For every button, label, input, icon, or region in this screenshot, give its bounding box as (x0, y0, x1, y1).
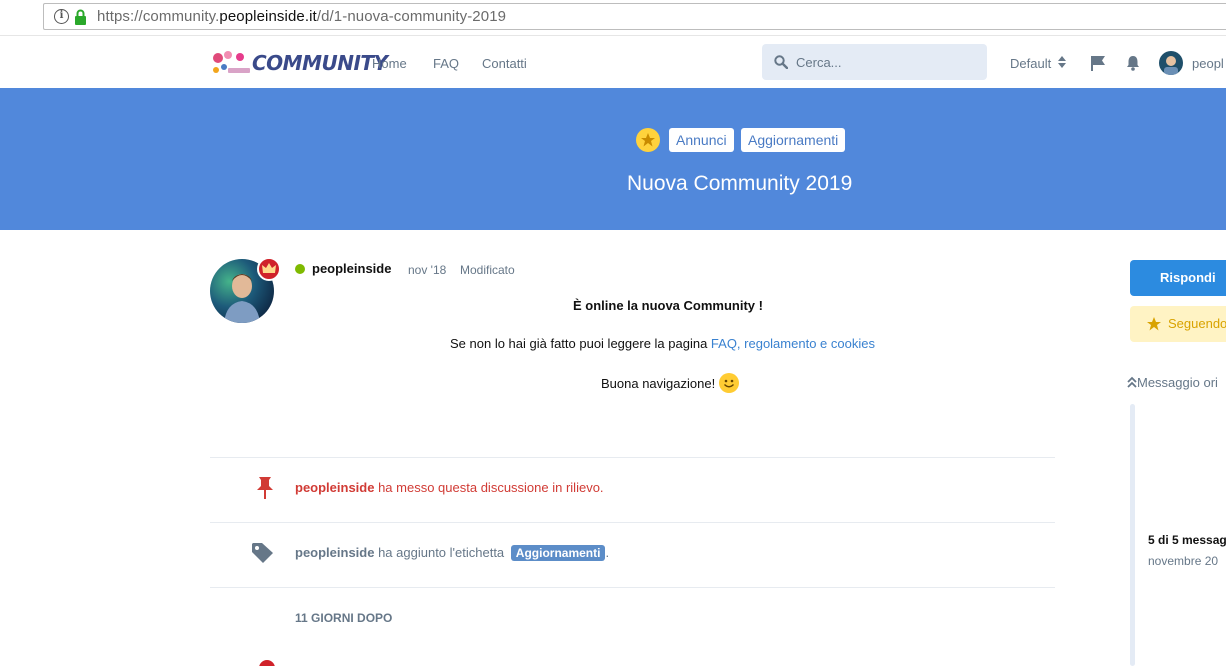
divider (210, 587, 1055, 588)
user-avatar[interactable] (1159, 51, 1183, 75)
discussion-hero: Annunci Aggiornamenti Nuova Community 20… (0, 88, 1226, 230)
tag-icon (252, 543, 273, 563)
browser-address-bar: i https://community.peopleinside.it/d/1-… (0, 0, 1226, 36)
tag-aggiornamenti[interactable]: Aggiornamenti (741, 128, 846, 152)
nav-faq[interactable]: FAQ (433, 56, 459, 71)
header-username[interactable]: peopl (1192, 56, 1224, 71)
original-post-link[interactable]: Messaggio ori (1127, 375, 1218, 390)
language-selector[interactable]: Default (1010, 56, 1051, 71)
faq-link[interactable]: FAQ, regolamento e cookies (711, 336, 875, 351)
event-pinned: peopleinside ha messo questa discussione… (295, 480, 604, 495)
scrubber-count: 5 di 5 messag (1148, 533, 1226, 547)
time-gap-label: 11 GIORNI DOPO (295, 611, 393, 625)
double-chevron-up-icon (1127, 376, 1137, 388)
scrubber-date: novembre 20 (1148, 554, 1219, 568)
logo-text: COMMUNITY (252, 51, 388, 75)
event-tag-badge[interactable]: Aggiornamenti (510, 545, 606, 561)
divider (210, 522, 1055, 523)
search-input[interactable]: Cerca... (762, 44, 987, 80)
url-text[interactable]: https://community.peopleinside.it/d/1-nu… (97, 8, 506, 25)
pin-icon (257, 477, 273, 499)
admin-crown-badge-icon (257, 257, 281, 281)
event-user-link[interactable]: peopleinside (295, 480, 374, 495)
smile-emoji-icon (719, 373, 740, 393)
divider (210, 457, 1055, 458)
url-field[interactable]: i https://community.peopleinside.it/d/1-… (43, 3, 1226, 30)
post-closing: Buona navigazione! (601, 373, 740, 393)
search-icon (774, 55, 788, 69)
event-user-link[interactable]: peopleinside (295, 545, 374, 560)
post-date[interactable]: nov '18 (408, 263, 446, 277)
search-placeholder: Cerca... (796, 55, 842, 70)
star-icon (1147, 317, 1161, 331)
post-scrubber-track[interactable] (1130, 404, 1135, 666)
site-logo[interactable]: COMMUNITY (210, 49, 388, 79)
nav-home[interactable]: Home (372, 56, 407, 71)
logo-flowers-icon (213, 51, 250, 73)
sticky-star-icon (636, 128, 660, 152)
site-header: COMMUNITY Home FAQ Contatti Cerca... Def… (0, 37, 1226, 88)
lock-icon (75, 9, 86, 25)
post-edited-label[interactable]: Modificato (460, 263, 515, 277)
bell-icon[interactable] (1126, 55, 1140, 71)
nav-contatti[interactable]: Contatti (482, 56, 527, 71)
post-heading: È online la nuova Community ! (573, 298, 763, 313)
discussion-title: Nuova Community 2019 (627, 172, 853, 195)
online-status-indicator (295, 264, 305, 274)
post-author-name[interactable]: peopleinside (312, 261, 391, 276)
follow-button[interactable]: Seguendo (1130, 306, 1226, 342)
flag-icon[interactable] (1090, 55, 1106, 71)
post-paragraph: Se non lo hai già fatto puoi leggere la … (450, 336, 875, 351)
info-icon[interactable]: i (54, 9, 69, 24)
sort-updown-icon[interactable] (1057, 55, 1067, 69)
next-post-avatar[interactable] (259, 660, 275, 666)
tag-annunci[interactable]: Annunci (669, 128, 734, 152)
follow-label: Seguendo (1168, 316, 1226, 331)
reply-button[interactable]: Rispondi (1130, 260, 1226, 296)
event-tagged: peopleinside ha aggiunto l'etichetta Agg… (295, 545, 610, 561)
